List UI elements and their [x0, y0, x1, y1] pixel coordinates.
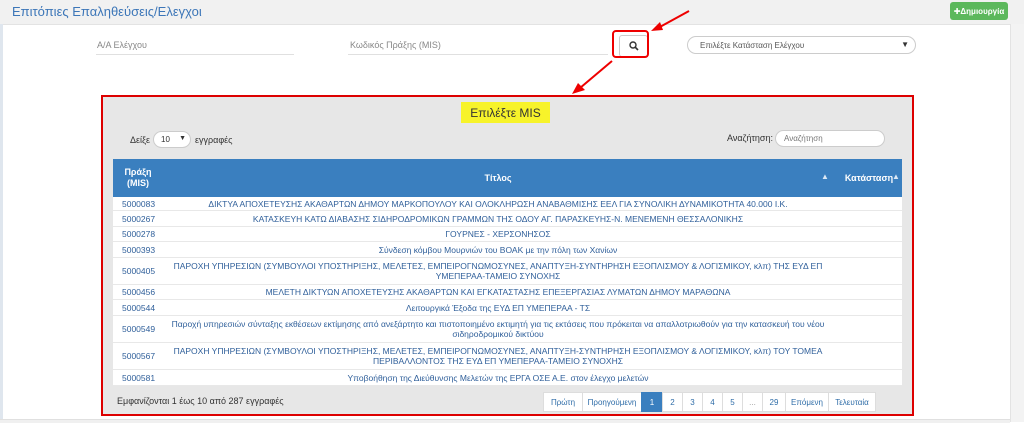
page-1[interactable]: 1	[641, 392, 663, 412]
table-row[interactable]: 5000549 Παροχή υπηρεσιών σύνταξης εκθέσε…	[113, 316, 902, 343]
panel-title: Επιλέξτε MIS	[461, 102, 550, 123]
row-code[interactable]: 5000393	[122, 245, 155, 255]
column-header-title[interactable]: Τίτλος	[163, 159, 833, 197]
page-length-select[interactable]: 10 ▼	[153, 131, 191, 148]
row-code[interactable]: 5000456	[122, 287, 155, 297]
arrow-head-1	[651, 22, 663, 31]
row-code[interactable]: 5000544	[122, 303, 155, 313]
page-last[interactable]: Τελευταία	[828, 392, 876, 412]
table-search-input[interactable]	[775, 130, 885, 147]
column-header-status[interactable]: Κατάσταση	[838, 159, 900, 197]
page-4[interactable]: 4	[702, 392, 723, 412]
row-title[interactable]: ΠΑΡΟΧΗ ΥΠΗΡΕΣΙΩΝ (ΣΥΜΒΟΥΛΟΙ ΥΠΟΣΤΗΡΙΞΗΣ,…	[168, 261, 828, 281]
show-label: Δείξε	[130, 135, 151, 145]
page-length-value: 10	[161, 135, 170, 144]
arrow-line-1	[657, 10, 690, 29]
table-row[interactable]: 5000567 ΠΑΡΟΧΗ ΥΠΗΡΕΣΙΩΝ (ΣΥΜΒΟΥΛΟΙ ΥΠΟΣ…	[113, 343, 902, 370]
page-3[interactable]: 3	[682, 392, 703, 412]
row-code[interactable]: 5000549	[122, 324, 155, 334]
page-5[interactable]: 5	[722, 392, 743, 412]
row-code[interactable]: 5000405	[122, 266, 155, 276]
table-info: Εμφανίζονται 1 έως 10 από 287 εγγραφές	[117, 396, 284, 406]
table-row[interactable]: 5000267 ΚΑΤΑΣΚΕΥΗ ΚΑΤΩ ΔΙΑΒΑΣΗΣ ΣΙΔΗΡΟΔΡ…	[113, 211, 902, 227]
table-header: Πράξη (MIS) Τίτλος ▲ Κατάσταση ▲	[113, 159, 902, 197]
row-title[interactable]: ΚΑΤΑΣΚΕΥΗ ΚΑΤΩ ΔΙΑΒΑΣΗΣ ΣΙΔΗΡΟΔΡΟΜΙΚΩΝ Γ…	[168, 214, 828, 224]
table-row[interactable]: 5000581 Υποβοήθηση της Διεύθυνσης Μελετώ…	[113, 370, 902, 386]
row-title[interactable]: Σύνδεση κόμβου Μουρνιών του ΒΟΑΚ με την …	[168, 245, 828, 255]
row-title[interactable]: Παροχή υπηρεσιών σύνταξης εκθέσεων εκτίμ…	[168, 319, 828, 339]
row-code[interactable]: 5000278	[122, 229, 155, 239]
row-code[interactable]: 5000581	[122, 373, 155, 383]
pagination: Πρώτη Προηγούμενη 1 2 3 4 5 ... 29 Επόμε…	[543, 392, 876, 412]
row-title[interactable]: Υποβοήθηση της Διεύθυνσης Μελετών της ΕΡ…	[168, 373, 828, 383]
records-label: εγγραφές	[195, 135, 233, 145]
row-code[interactable]: 5000267	[122, 214, 155, 224]
row-title[interactable]: ΔΙΚΤΥΑ ΑΠΟΧΕΤΕΥΣΗΣ ΑΚΑΘΑΡΤΩΝ ΔΗΜΟΥ ΜΑΡΚΟ…	[168, 199, 828, 209]
table-search-label: Αναζήτηση:	[727, 133, 773, 143]
page-2[interactable]: 2	[662, 392, 683, 412]
table-body: 5000083 ΔΙΚΤΥΑ ΑΠΟΧΕΤΕΥΣΗΣ ΑΚΑΘΑΡΤΩΝ ΔΗΜ…	[113, 197, 902, 386]
table-row[interactable]: 5000544 Λειτουργικά Έξοδα της ΕΥΔ ΕΠ ΥΜΕ…	[113, 300, 902, 316]
row-code[interactable]: 5000567	[122, 351, 155, 361]
page-next[interactable]: Επόμενη	[785, 392, 829, 412]
page-29[interactable]: 29	[762, 392, 786, 412]
table-row[interactable]: 5000456 ΜΕΛΕΤΗ ΔΙΚΤΥΩΝ ΑΠΟΧΕΤΕΥΣΗΣ ΑΚΑΘΑ…	[113, 285, 902, 300]
sort-icon[interactable]: ▲	[892, 172, 900, 181]
row-title[interactable]: Λειτουργικά Έξοδα της ΕΥΔ ΕΠ ΥΜΕΠΕΡΑΑ - …	[168, 303, 828, 313]
sort-icon[interactable]: ▲	[821, 172, 829, 181]
footer-divider	[0, 419, 1010, 423]
row-code[interactable]: 5000083	[122, 199, 155, 209]
arrow-line-2	[579, 60, 613, 89]
row-title[interactable]: ΠΑΡΟΧΗ ΥΠΗΡΕΣΙΩΝ (ΣΥΜΒΟΥΛΟΙ ΥΠΟΣΤΗΡΙΞΗΣ,…	[168, 346, 828, 366]
table-row[interactable]: 5000083 ΔΙΚΤΥΑ ΑΠΟΧΕΤΕΥΣΗΣ ΑΚΑΘΑΡΤΩΝ ΔΗΜ…	[113, 197, 902, 211]
table-row[interactable]: 5000278 ΓΟΥΡΝΕΣ - ΧΕΡΣΟΝΗΣΟΣ	[113, 227, 902, 242]
row-title[interactable]: ΜΕΛΕΤΗ ΔΙΚΤΥΩΝ ΑΠΟΧΕΤΕΥΣΗΣ ΑΚΑΘΑΡΤΩΝ ΚΑΙ…	[168, 287, 828, 297]
chevron-down-icon: ▼	[179, 135, 186, 142]
page-ellipsis: ...	[742, 392, 763, 412]
column-header-mis[interactable]: Πράξη (MIS)	[113, 159, 163, 197]
table-row[interactable]: 5000405 ΠΑΡΟΧΗ ΥΠΗΡΕΣΙΩΝ (ΣΥΜΒΟΥΛΟΙ ΥΠΟΣ…	[113, 258, 902, 285]
row-title[interactable]: ΓΟΥΡΝΕΣ - ΧΕΡΣΟΝΗΣΟΣ	[168, 229, 828, 239]
table-row[interactable]: 5000393 Σύνδεση κόμβου Μουρνιών του ΒΟΑΚ…	[113, 242, 902, 258]
page-first[interactable]: Πρώτη	[543, 392, 583, 412]
page-previous[interactable]: Προηγούμενη	[582, 392, 642, 412]
